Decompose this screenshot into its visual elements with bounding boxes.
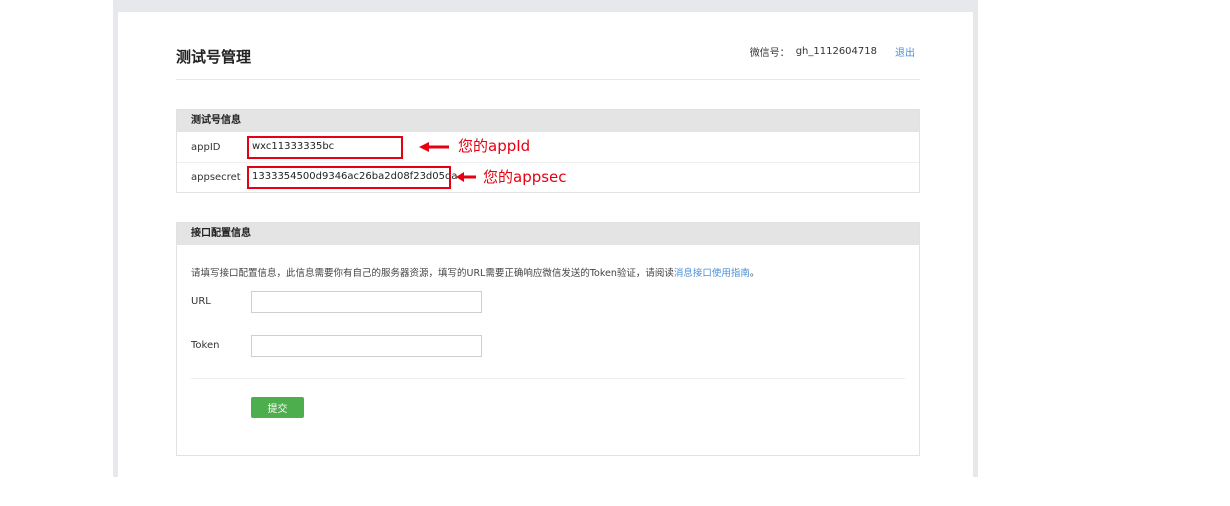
appsecret-highlight-box bbox=[247, 166, 451, 189]
test-account-section: 测试号信息 appID wxc11333335bc appsecret 1333… bbox=[176, 109, 920, 193]
appid-arrow-icon bbox=[419, 142, 449, 152]
account-label: 微信号： bbox=[749, 48, 790, 59]
submit-button[interactable]: 提交 bbox=[251, 397, 304, 418]
appsecret-annotation: 您的appsec bbox=[483, 168, 567, 186]
url-input[interactable] bbox=[251, 291, 482, 313]
config-description: 请填写接口配置信息，此信息需要你有自己的服务器资源，填写的URL需要正确响应微信… bbox=[191, 265, 759, 279]
account-id: gh_1112604718 bbox=[795, 46, 877, 57]
config-description-suffix: 。 bbox=[749, 268, 760, 279]
form-divider bbox=[191, 378, 905, 379]
content-panel: 测试号管理 微信号： gh_1112604718 退出 测试号信息 appID … bbox=[118, 12, 973, 477]
page-title: 测试号管理 bbox=[176, 48, 252, 66]
test-account-section-title: 测试号信息 bbox=[177, 110, 919, 132]
appsecret-arrow-icon bbox=[456, 172, 476, 182]
title-divider bbox=[176, 79, 920, 80]
interface-config-section: 接口配置信息 请填写接口配置信息，此信息需要你有自己的服务器资源，填写的URL需… bbox=[176, 222, 920, 456]
appid-annotation: 您的appId bbox=[458, 137, 531, 155]
message-api-guide-link[interactable]: 消息接口使用指南 bbox=[674, 268, 750, 279]
appid-highlight-box bbox=[247, 136, 403, 159]
appsecret-label: appsecret bbox=[191, 172, 241, 183]
token-label: Token bbox=[191, 340, 220, 351]
token-input[interactable] bbox=[251, 335, 482, 357]
page-frame: 测试号管理 微信号： gh_1112604718 退出 测试号信息 appID … bbox=[113, 0, 978, 477]
account-info: 微信号： gh_1112604718 退出 bbox=[750, 44, 915, 59]
url-label: URL bbox=[191, 296, 211, 307]
config-description-text: 请填写接口配置信息，此信息需要你有自己的服务器资源，填写的URL需要正确响应微信… bbox=[191, 268, 674, 279]
logout-link[interactable]: 退出 bbox=[895, 44, 915, 59]
appid-label: appID bbox=[191, 142, 221, 153]
interface-config-section-title: 接口配置信息 bbox=[177, 223, 919, 245]
